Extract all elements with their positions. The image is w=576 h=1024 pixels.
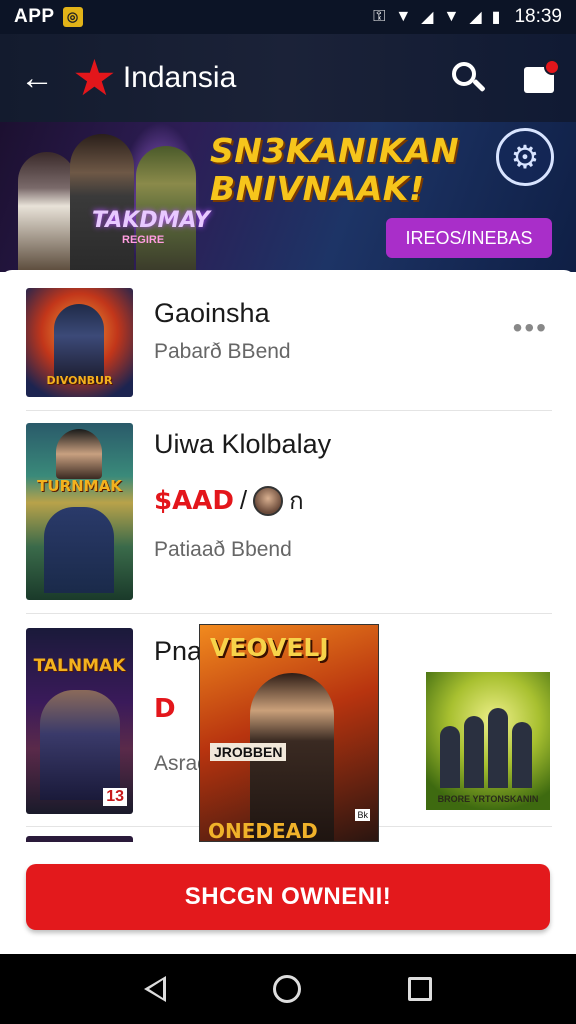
- thumbnail-caption: DIVONBUR: [46, 374, 113, 387]
- list-item[interactable]: DIVONBUR Gaoinsha ••• Pabarð BBend: [0, 270, 576, 410]
- item-price: $AAD / ก: [154, 481, 304, 520]
- image-figure: [512, 722, 532, 788]
- promo-banner[interactable]: TAKDMAY REGIRE SN3KANIKAN BNIVNAAK! ⚙ IR…: [0, 122, 576, 272]
- image-figure: [488, 708, 508, 788]
- item-title: Uiwa Klolbalay: [154, 429, 332, 459]
- image-figure: [440, 726, 460, 788]
- game-thumbnail: TALNMAK 13: [26, 628, 133, 814]
- signal-icon: ◢: [421, 9, 434, 26]
- list-item[interactable]: TURNMAK Uiwa Klolbalay $AAD / ก Patiaað …: [0, 411, 576, 613]
- poster-tag: Bk: [355, 809, 370, 821]
- banner-game-logo-subtext: REGIRE: [122, 234, 165, 246]
- price-amount: D: [154, 694, 176, 724]
- notification-icon[interactable]: [522, 59, 560, 95]
- star-logo-icon: ★: [72, 50, 117, 106]
- poster-title: VEOVELJ: [210, 633, 329, 662]
- item-title: Pna: [154, 636, 203, 666]
- screen: APP ◎ ⚿ ▼ ◢ ▼ ◢ ▮ 18:39 ← ★ Indansia TAK…: [0, 0, 576, 1024]
- game-thumbnail: TURNMAK: [26, 423, 133, 600]
- price-separator: /: [239, 485, 248, 515]
- nav-home-icon[interactable]: [272, 975, 301, 1003]
- thumbnail-character: [56, 429, 102, 479]
- banner-character: [18, 152, 76, 272]
- floating-poster[interactable]: VEOVELJ JROBBEN Bk ONEDEAD: [199, 624, 379, 842]
- banner-headline-line1: SN3KANIKAN: [210, 131, 460, 170]
- signal-icon-2: ◢: [469, 9, 482, 26]
- item-price: D: [154, 694, 176, 724]
- wifi-icon-2: ▼: [443, 8, 460, 25]
- image-figure: [464, 716, 484, 788]
- cta-area: SHCGN OWNENI!: [0, 842, 576, 954]
- status-time: 18:39: [514, 6, 562, 27]
- back-arrow-icon[interactable]: ←: [20, 61, 60, 95]
- item-title: Gaoinsha: [154, 298, 270, 328]
- thumbnail-characters: [44, 507, 114, 593]
- game-thumbnail: DIVONBUR: [26, 288, 133, 397]
- banner-headline: SN3KANIKAN BNIVNAAK!: [210, 132, 459, 208]
- status-bar: APP ◎ ⚿ ▼ ◢ ▼ ◢ ▮ 18:39: [0, 0, 576, 34]
- nav-back-icon[interactable]: [143, 976, 166, 1002]
- poster-label: JROBBEN: [210, 743, 287, 761]
- thumbnail-character: [54, 304, 104, 384]
- status-app-label: APP: [14, 6, 55, 27]
- floating-image[interactable]: BRORE YRTONSKANIN: [426, 672, 550, 810]
- item-subtitle: Patiaað Bbend: [154, 538, 292, 561]
- primary-cta-button[interactable]: SHCGN OWNENI!: [26, 864, 550, 930]
- banner-character: [70, 134, 134, 272]
- app-bar: ← ★ Indansia: [0, 34, 576, 122]
- system-nav-bar: [0, 954, 576, 1024]
- price-glyph: ก: [289, 488, 304, 515]
- search-icon[interactable]: [450, 60, 486, 96]
- wifi-icon: ▼: [395, 8, 412, 25]
- avatar: [253, 485, 284, 516]
- poster-footer: ONEDEAD: [208, 819, 318, 842]
- app-badge-icon: ◎: [62, 7, 83, 27]
- banner-cta-button[interactable]: IREOS/INEBAS: [386, 218, 552, 258]
- more-options-icon[interactable]: •••: [513, 314, 548, 342]
- nav-recents-icon[interactable]: [408, 977, 433, 1001]
- gear-icon[interactable]: ⚙: [496, 128, 554, 186]
- banner-headline-line2: BNIVNAAK!: [210, 169, 425, 208]
- vibrate-icon: ⚿: [373, 8, 386, 25]
- thumbnail-caption: TALNMAK: [33, 656, 126, 676]
- banner-game-logo: TAKDMAY: [92, 208, 210, 233]
- item-subtitle: Pabarð BBend: [154, 340, 291, 363]
- app-bar-actions: [450, 59, 560, 96]
- status-icons: ⚿ ▼ ◢ ▼ ◢ ▮ 18:39: [373, 6, 562, 28]
- image-caption: BRORE YRTONSKANIN: [437, 794, 539, 804]
- price-amount: $AAD: [154, 485, 234, 516]
- app-title: Indansia: [122, 61, 237, 94]
- notification-dot: [544, 59, 560, 75]
- rating-badge: 13: [103, 788, 127, 806]
- thumbnail-caption: TURNMAK: [37, 477, 122, 495]
- thumbnail-characters: [40, 690, 120, 800]
- battery-icon: ▮: [491, 9, 501, 26]
